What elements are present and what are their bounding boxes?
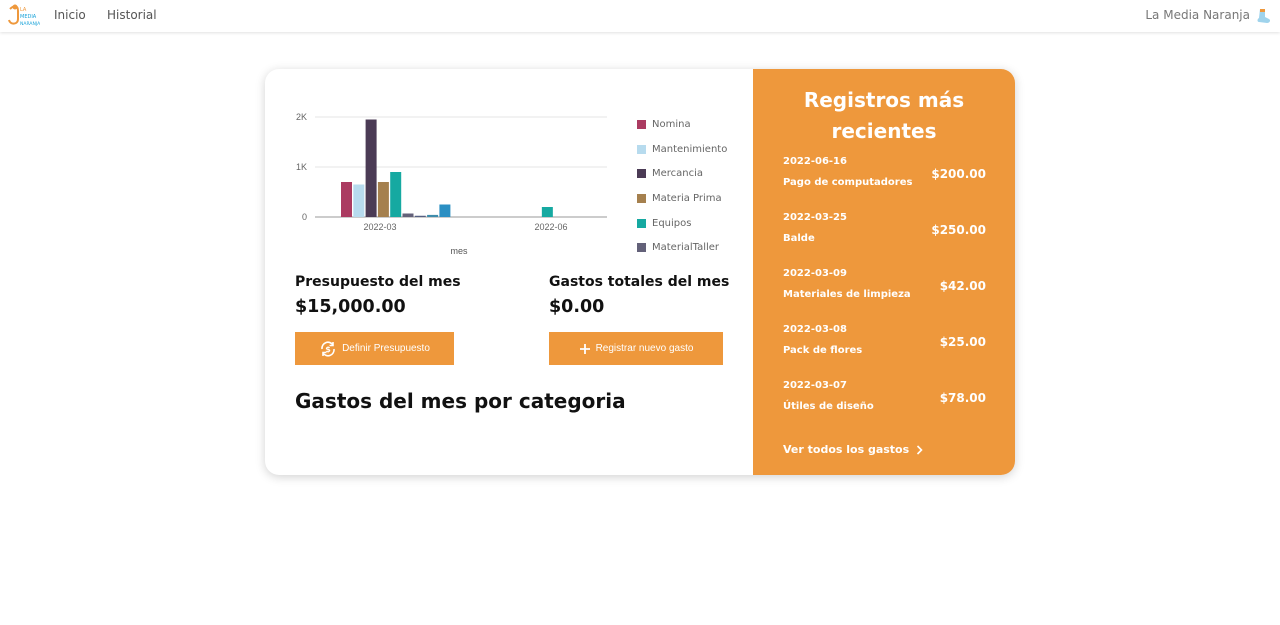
legend-label: Materia Prima	[652, 192, 722, 204]
legend-swatch	[637, 218, 646, 228]
dashboard-card: 0 1K 2K 2022-03 2022-06 mes Nomina Mantenimien…	[265, 69, 1015, 475]
chart-bar[interactable]	[414, 215, 426, 217]
legend-label: Mercancia	[652, 168, 704, 180]
legend-item[interactable]: Nomina	[637, 112, 727, 137]
record-amount: $250.00	[931, 223, 986, 237]
record-date: 2022-03-25	[783, 212, 847, 223]
legend-item[interactable]: MaterialTaller	[637, 235, 727, 260]
legend-swatch	[637, 243, 646, 253]
define-budget-label: Definir Presupuesto	[342, 343, 430, 354]
record-amount: $42.00	[939, 279, 986, 293]
recent-records-title: Registros más recientes	[803, 88, 965, 143]
record-item[interactable]: 2022-03-07 Útiles de diseño $78.00	[783, 380, 988, 420]
legend-swatch	[637, 169, 646, 179]
top-navbar: LA MEDIA NARANJA Inicio Historial La Med…	[0, 0, 1280, 32]
y-tick-label: 2K	[296, 112, 307, 122]
legend-label: Mantenimiento	[652, 143, 728, 155]
define-budget-button[interactable]: $ Definir Presupuesto	[295, 332, 454, 365]
chart-bar[interactable]	[402, 213, 414, 218]
legend-swatch	[637, 193, 646, 203]
chart-bar[interactable]	[439, 204, 451, 218]
category-heading: Gastos del mes por categoria	[295, 389, 626, 413]
chart-bar[interactable]	[353, 184, 365, 218]
summary-panel: 0 1K 2K 2022-03 2022-06 mes Nomina Mantenimien…	[265, 69, 753, 475]
legend-item[interactable]: Materia Prima	[637, 186, 727, 211]
record-description: Balde	[783, 233, 815, 244]
view-all-expenses-link[interactable]: Ver todos los gastos	[783, 443, 923, 456]
budget-value: $15,000.00	[295, 297, 406, 317]
legend-swatch	[637, 144, 646, 154]
chart-bar[interactable]	[427, 214, 439, 217]
x-axis-label: mes	[450, 246, 468, 256]
expenses-value: $0.00	[549, 297, 605, 317]
record-description: Pack de flores	[783, 345, 863, 356]
record-item[interactable]: 2022-06-16 Pago de computadores $200.00	[783, 156, 988, 196]
recent-records-panel: Registros más recientes 2022-06-16 Pago …	[753, 69, 1015, 475]
record-date: 2022-03-07	[783, 380, 847, 391]
budget-title: Presupuesto del mes	[295, 274, 461, 290]
chevron-right-icon	[916, 444, 923, 455]
legend-item[interactable]: Mantenimiento	[637, 137, 727, 162]
y-tick-label: 0	[302, 212, 307, 222]
chart-bar[interactable]	[365, 119, 377, 218]
record-item[interactable]: 2022-03-08 Pack de flores $25.00	[783, 324, 988, 364]
record-amount: $25.00	[939, 335, 986, 349]
sock-icon	[1257, 9, 1271, 23]
record-date: 2022-03-08	[783, 324, 847, 335]
chart-bar[interactable]	[541, 207, 553, 217]
x-tick-label: 2022-06	[534, 222, 567, 232]
register-expense-label: Registrar nuevo gasto	[595, 343, 694, 354]
logo-text-line1: LA	[20, 7, 27, 13]
record-date: 2022-06-16	[783, 156, 847, 167]
plus-icon	[579, 343, 591, 355]
legend-item[interactable]: Mercancia	[637, 161, 727, 186]
record-item[interactable]: 2022-03-09 Materiales de limpieza $42.00	[783, 268, 988, 308]
expenses-title: Gastos totales del mes	[549, 274, 730, 290]
legend-item[interactable]: Equipos	[637, 211, 727, 236]
legend-swatch	[637, 119, 646, 129]
legend-label: MaterialTaller	[652, 242, 720, 254]
chart-bar[interactable]	[377, 182, 389, 217]
logo-text-line2: MEDIA	[20, 14, 37, 20]
view-all-label: Ver todos los gastos	[783, 443, 910, 456]
x-tick-label: 2022-03	[363, 222, 396, 232]
brand-name: La Media Naranja	[1145, 8, 1250, 22]
brand-logo-icon[interactable]: LA MEDIA NARANJA	[6, 3, 40, 29]
legend-label: Equipos	[652, 217, 692, 229]
record-amount: $78.00	[939, 391, 986, 405]
record-description: Materiales de limpieza	[783, 289, 911, 300]
record-description: Útiles de diseño	[783, 401, 874, 412]
record-date: 2022-03-09	[783, 268, 847, 279]
y-tick-label: 1K	[296, 162, 307, 172]
logo-text-line3: NARANJA	[20, 21, 40, 27]
record-amount: $200.00	[931, 167, 986, 181]
nav-link-historial[interactable]: Historial	[107, 8, 157, 22]
legend-label: Nomina	[652, 118, 691, 130]
nav-link-inicio[interactable]: Inicio	[54, 8, 86, 22]
chart-legend: Nomina Mantenimiento Mercancia Materia Prim…	[637, 112, 727, 260]
record-description: Pago de computadores	[783, 177, 913, 188]
register-expense-button[interactable]: Registrar nuevo gasto	[549, 332, 723, 365]
chart-bar[interactable]	[390, 172, 402, 217]
refresh-dollar-icon: $	[319, 340, 337, 358]
record-item[interactable]: 2022-03-25 Balde $250.00	[783, 212, 988, 252]
chart-bar[interactable]	[341, 182, 352, 217]
svg-text:$: $	[325, 345, 331, 354]
